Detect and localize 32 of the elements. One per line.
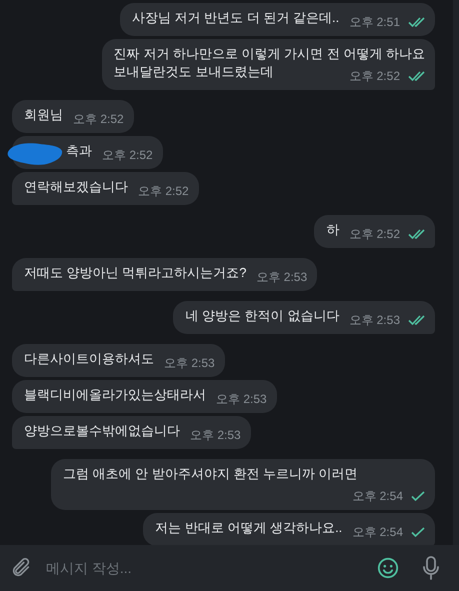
- message-text: 네 양방은 한적이 없습니다: [185, 308, 340, 323]
- message-text: 보내달란것도 보내드렸는데: [114, 64, 274, 79]
- microphone-icon[interactable]: [421, 556, 441, 580]
- attach-icon[interactable]: [10, 557, 32, 579]
- message-text: 회원님: [24, 107, 63, 122]
- emoji-icon[interactable]: [377, 557, 399, 579]
- message-time: 오후 2:52: [138, 183, 189, 199]
- message-text: 진짜 저거 하나만으로 이렇게 가시면 전 어떻게 하나요: [114, 45, 425, 63]
- message-time: 오후 2:52: [73, 111, 124, 127]
- message-time: 오후 2:54: [352, 488, 403, 504]
- message-text: 양방으로볼수밖에없습니다: [24, 423, 180, 438]
- message-text: 사장님 저거 반년도 더 된거 같은데..: [132, 10, 340, 25]
- message-time: 오후 2:52: [102, 147, 153, 163]
- message-time: 오후 2:53: [349, 312, 400, 328]
- message-text: 블랙디비에올라가있는상태라서: [24, 387, 206, 402]
- message-time: 오후 2:52: [349, 68, 400, 84]
- message-time: 오후 2:52: [349, 226, 400, 242]
- message-time: 오후 2:53: [216, 391, 267, 407]
- message-time: 오후 2:54: [352, 524, 403, 540]
- message-text: 저는 반대로 어떻게 생각하나요..: [155, 520, 342, 535]
- message-text: 저때도 양방아닌 먹튀라고하시는거죠?: [24, 265, 246, 280]
- message-text: 하: [326, 222, 340, 237]
- message-input[interactable]: 메시지 작성...: [44, 559, 365, 577]
- message-composer[interactable]: 메시지 작성...: [0, 545, 459, 591]
- message-text: 다른사이트이용하셔도: [24, 351, 154, 366]
- message-text: 측과: [65, 143, 92, 158]
- message-time: 오후 2:51: [349, 14, 400, 30]
- message-text: 그럼 애초에 안 받아주셔야지 환전 누르니까 이러면: [63, 466, 358, 481]
- message-time: 오후 2:53: [256, 269, 308, 285]
- message-time: 오후 2:53: [190, 427, 241, 443]
- message-text: 연락해보겠습니다: [24, 179, 128, 194]
- message-time: 오후 2:53: [164, 355, 215, 371]
